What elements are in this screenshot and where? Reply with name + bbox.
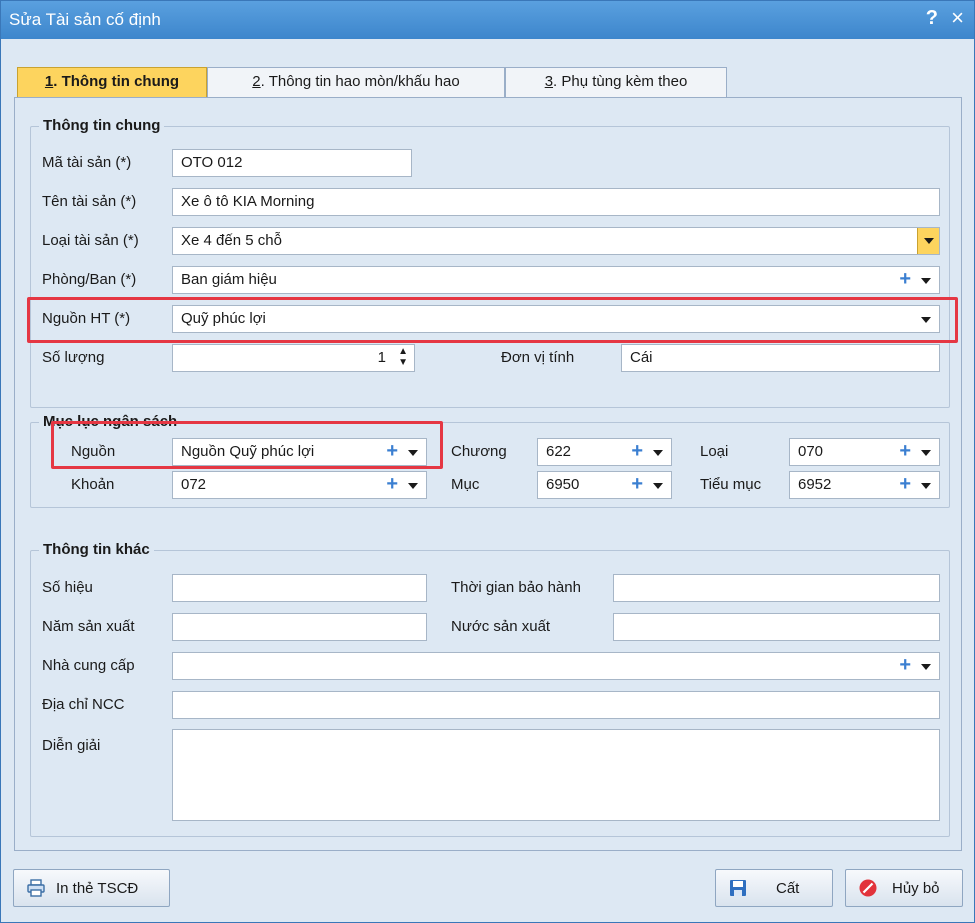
asset-type-select[interactable]: Xe 4 đến 5 chỗ bbox=[172, 227, 940, 255]
source-label: Nguồn HT (*) bbox=[42, 310, 131, 327]
serial-input[interactable] bbox=[172, 574, 427, 602]
chevron-down-icon[interactable] bbox=[651, 443, 665, 461]
add-item-icon[interactable]: + bbox=[386, 473, 398, 496]
item-select[interactable]: 072 + bbox=[172, 471, 427, 499]
tab-depreciation-number: 2 bbox=[252, 73, 261, 90]
tab-depreciation-label: . Thông tin hao mòn/khấu hao bbox=[260, 73, 460, 90]
tab-general-info-label: . Thông tin chung bbox=[53, 73, 180, 90]
tab-general-info[interactable]: 1. Thông tin chung bbox=[17, 67, 207, 97]
spinner-arrows-icon[interactable]: ▲ ▼ bbox=[398, 346, 408, 368]
window-title: Sửa Tài sản cố định bbox=[9, 10, 161, 29]
department-select[interactable]: Ban giám hiệu + bbox=[172, 266, 940, 294]
general-info-group: Thông tin chung Mã tài sản (*) OTO 012 T… bbox=[30, 117, 950, 408]
supplier-address-input[interactable] bbox=[172, 691, 940, 719]
close-icon[interactable]: × bbox=[951, 5, 964, 31]
tab-accessories-number: 3 bbox=[544, 73, 554, 90]
chevron-down-icon[interactable] bbox=[919, 657, 933, 675]
save-button[interactable]: Cất bbox=[715, 869, 833, 907]
tab-panel: Thông tin chung Mã tài sản (*) OTO 012 T… bbox=[14, 97, 962, 851]
print-asset-card-label: In thẻ TSCĐ bbox=[56, 880, 139, 897]
asset-code-input[interactable]: OTO 012 bbox=[172, 149, 412, 177]
quantity-label: Số lượng bbox=[42, 349, 105, 366]
unit-label: Đơn vị tính bbox=[501, 349, 575, 366]
other-info-title: Thông tin khác bbox=[39, 541, 154, 558]
cancel-button[interactable]: Hủy bỏ bbox=[845, 869, 963, 907]
unit-input[interactable]: Cái bbox=[621, 344, 940, 372]
budget-group: Mục lục ngân sách Nguồn Nguồn Quỹ phúc l… bbox=[30, 413, 950, 508]
supplier-address-label: Địa chỉ NCC bbox=[42, 696, 125, 713]
chevron-down-icon[interactable] bbox=[919, 443, 933, 461]
source-select[interactable]: Quỹ phúc lợi bbox=[172, 305, 940, 333]
cancel-icon bbox=[859, 879, 877, 897]
country-input[interactable] bbox=[613, 613, 940, 641]
description-textarea[interactable] bbox=[172, 729, 940, 821]
budget-source-label: Nguồn bbox=[71, 443, 116, 460]
asset-type-value: Xe 4 đến 5 chỗ bbox=[181, 232, 282, 249]
section-select[interactable]: 6950 + bbox=[537, 471, 672, 499]
add-subsection-icon[interactable]: + bbox=[899, 473, 911, 496]
asset-type-label: Loại tài sản (*) bbox=[42, 232, 139, 249]
source-value: Quỹ phúc lợi bbox=[181, 310, 266, 327]
description-label: Diễn giải bbox=[42, 737, 101, 754]
add-type-icon[interactable]: + bbox=[899, 440, 911, 463]
tab-accessories-label: . Phụ tùng kèm theo bbox=[553, 73, 688, 90]
add-department-icon[interactable]: + bbox=[899, 268, 911, 291]
chevron-down-icon[interactable] bbox=[917, 228, 939, 254]
subsection-label: Tiểu mục bbox=[700, 476, 762, 493]
subsection-select[interactable]: 6952 + bbox=[789, 471, 940, 499]
quantity-stepper[interactable]: 1 ▲ ▼ bbox=[172, 344, 415, 372]
add-supplier-icon[interactable]: + bbox=[899, 654, 911, 677]
chevron-down-icon[interactable] bbox=[406, 476, 420, 494]
chevron-down-icon[interactable] bbox=[919, 271, 933, 289]
chevron-down-icon[interactable] bbox=[919, 476, 933, 494]
add-section-icon[interactable]: + bbox=[631, 473, 643, 496]
floppy-disk-icon bbox=[730, 880, 746, 896]
type-select[interactable]: 070 + bbox=[789, 438, 940, 466]
chevron-down-icon[interactable] bbox=[651, 476, 665, 494]
section-label: Mục bbox=[451, 476, 480, 493]
help-icon[interactable]: ? bbox=[926, 7, 938, 30]
country-label: Nước sản xuất bbox=[451, 618, 551, 635]
serial-label: Số hiệu bbox=[42, 579, 93, 596]
type-label: Loại bbox=[700, 443, 729, 460]
general-info-title: Thông tin chung bbox=[39, 117, 165, 134]
save-label: Cất bbox=[776, 880, 800, 897]
cancel-label: Hủy bỏ bbox=[892, 880, 940, 897]
printer-icon bbox=[27, 879, 45, 897]
warranty-label: Thời gian bảo hành bbox=[451, 579, 581, 596]
chevron-down-icon[interactable] bbox=[919, 310, 933, 328]
year-label: Năm sản xuất bbox=[42, 618, 135, 635]
print-asset-card-button[interactable]: In thẻ TSCĐ bbox=[13, 869, 170, 907]
quantity-value: 1 bbox=[377, 349, 386, 366]
add-source-icon[interactable]: + bbox=[386, 440, 398, 463]
chapter-value: 622 bbox=[546, 443, 572, 460]
title-bar: Sửa Tài sản cố định ? × bbox=[1, 1, 974, 39]
department-label: Phòng/Ban (*) bbox=[42, 271, 137, 288]
tab-accessories[interactable]: 3. Phụ tùng kèm theo bbox=[505, 67, 727, 97]
supplier-label: Nhà cung cấp bbox=[42, 657, 135, 674]
subsection-value: 6952 bbox=[798, 476, 832, 493]
edit-fixed-asset-dialog: Sửa Tài sản cố định ? × 1. Thông tin chu… bbox=[0, 0, 975, 923]
budget-source-value: Nguồn Quỹ phúc lợi bbox=[181, 443, 315, 460]
add-chapter-icon[interactable]: + bbox=[631, 440, 643, 463]
chevron-down-icon[interactable] bbox=[406, 443, 420, 461]
chapter-label: Chương bbox=[451, 443, 507, 460]
tab-general-info-number: 1 bbox=[44, 73, 54, 90]
asset-name-label: Tên tài sản (*) bbox=[42, 193, 137, 210]
department-value: Ban giám hiệu bbox=[181, 271, 277, 288]
asset-name-input[interactable]: Xe ô tô KIA Morning bbox=[172, 188, 940, 216]
item-label: Khoản bbox=[71, 476, 115, 493]
supplier-select[interactable]: + bbox=[172, 652, 940, 680]
warranty-input[interactable] bbox=[613, 574, 940, 602]
item-value: 072 bbox=[181, 476, 207, 493]
budget-source-select[interactable]: Nguồn Quỹ phúc lợi + bbox=[172, 438, 427, 466]
chapter-select[interactable]: 622 + bbox=[537, 438, 672, 466]
tab-depreciation[interactable]: 2. Thông tin hao mòn/khấu hao bbox=[207, 67, 505, 97]
section-value: 6950 bbox=[546, 476, 580, 493]
asset-code-label: Mã tài sản (*) bbox=[42, 154, 132, 171]
type-value: 070 bbox=[798, 443, 824, 460]
other-info-group: Thông tin khác Số hiệu Thời gian bảo hàn… bbox=[30, 541, 950, 837]
budget-title: Mục lục ngân sách bbox=[39, 413, 182, 430]
year-input[interactable] bbox=[172, 613, 427, 641]
